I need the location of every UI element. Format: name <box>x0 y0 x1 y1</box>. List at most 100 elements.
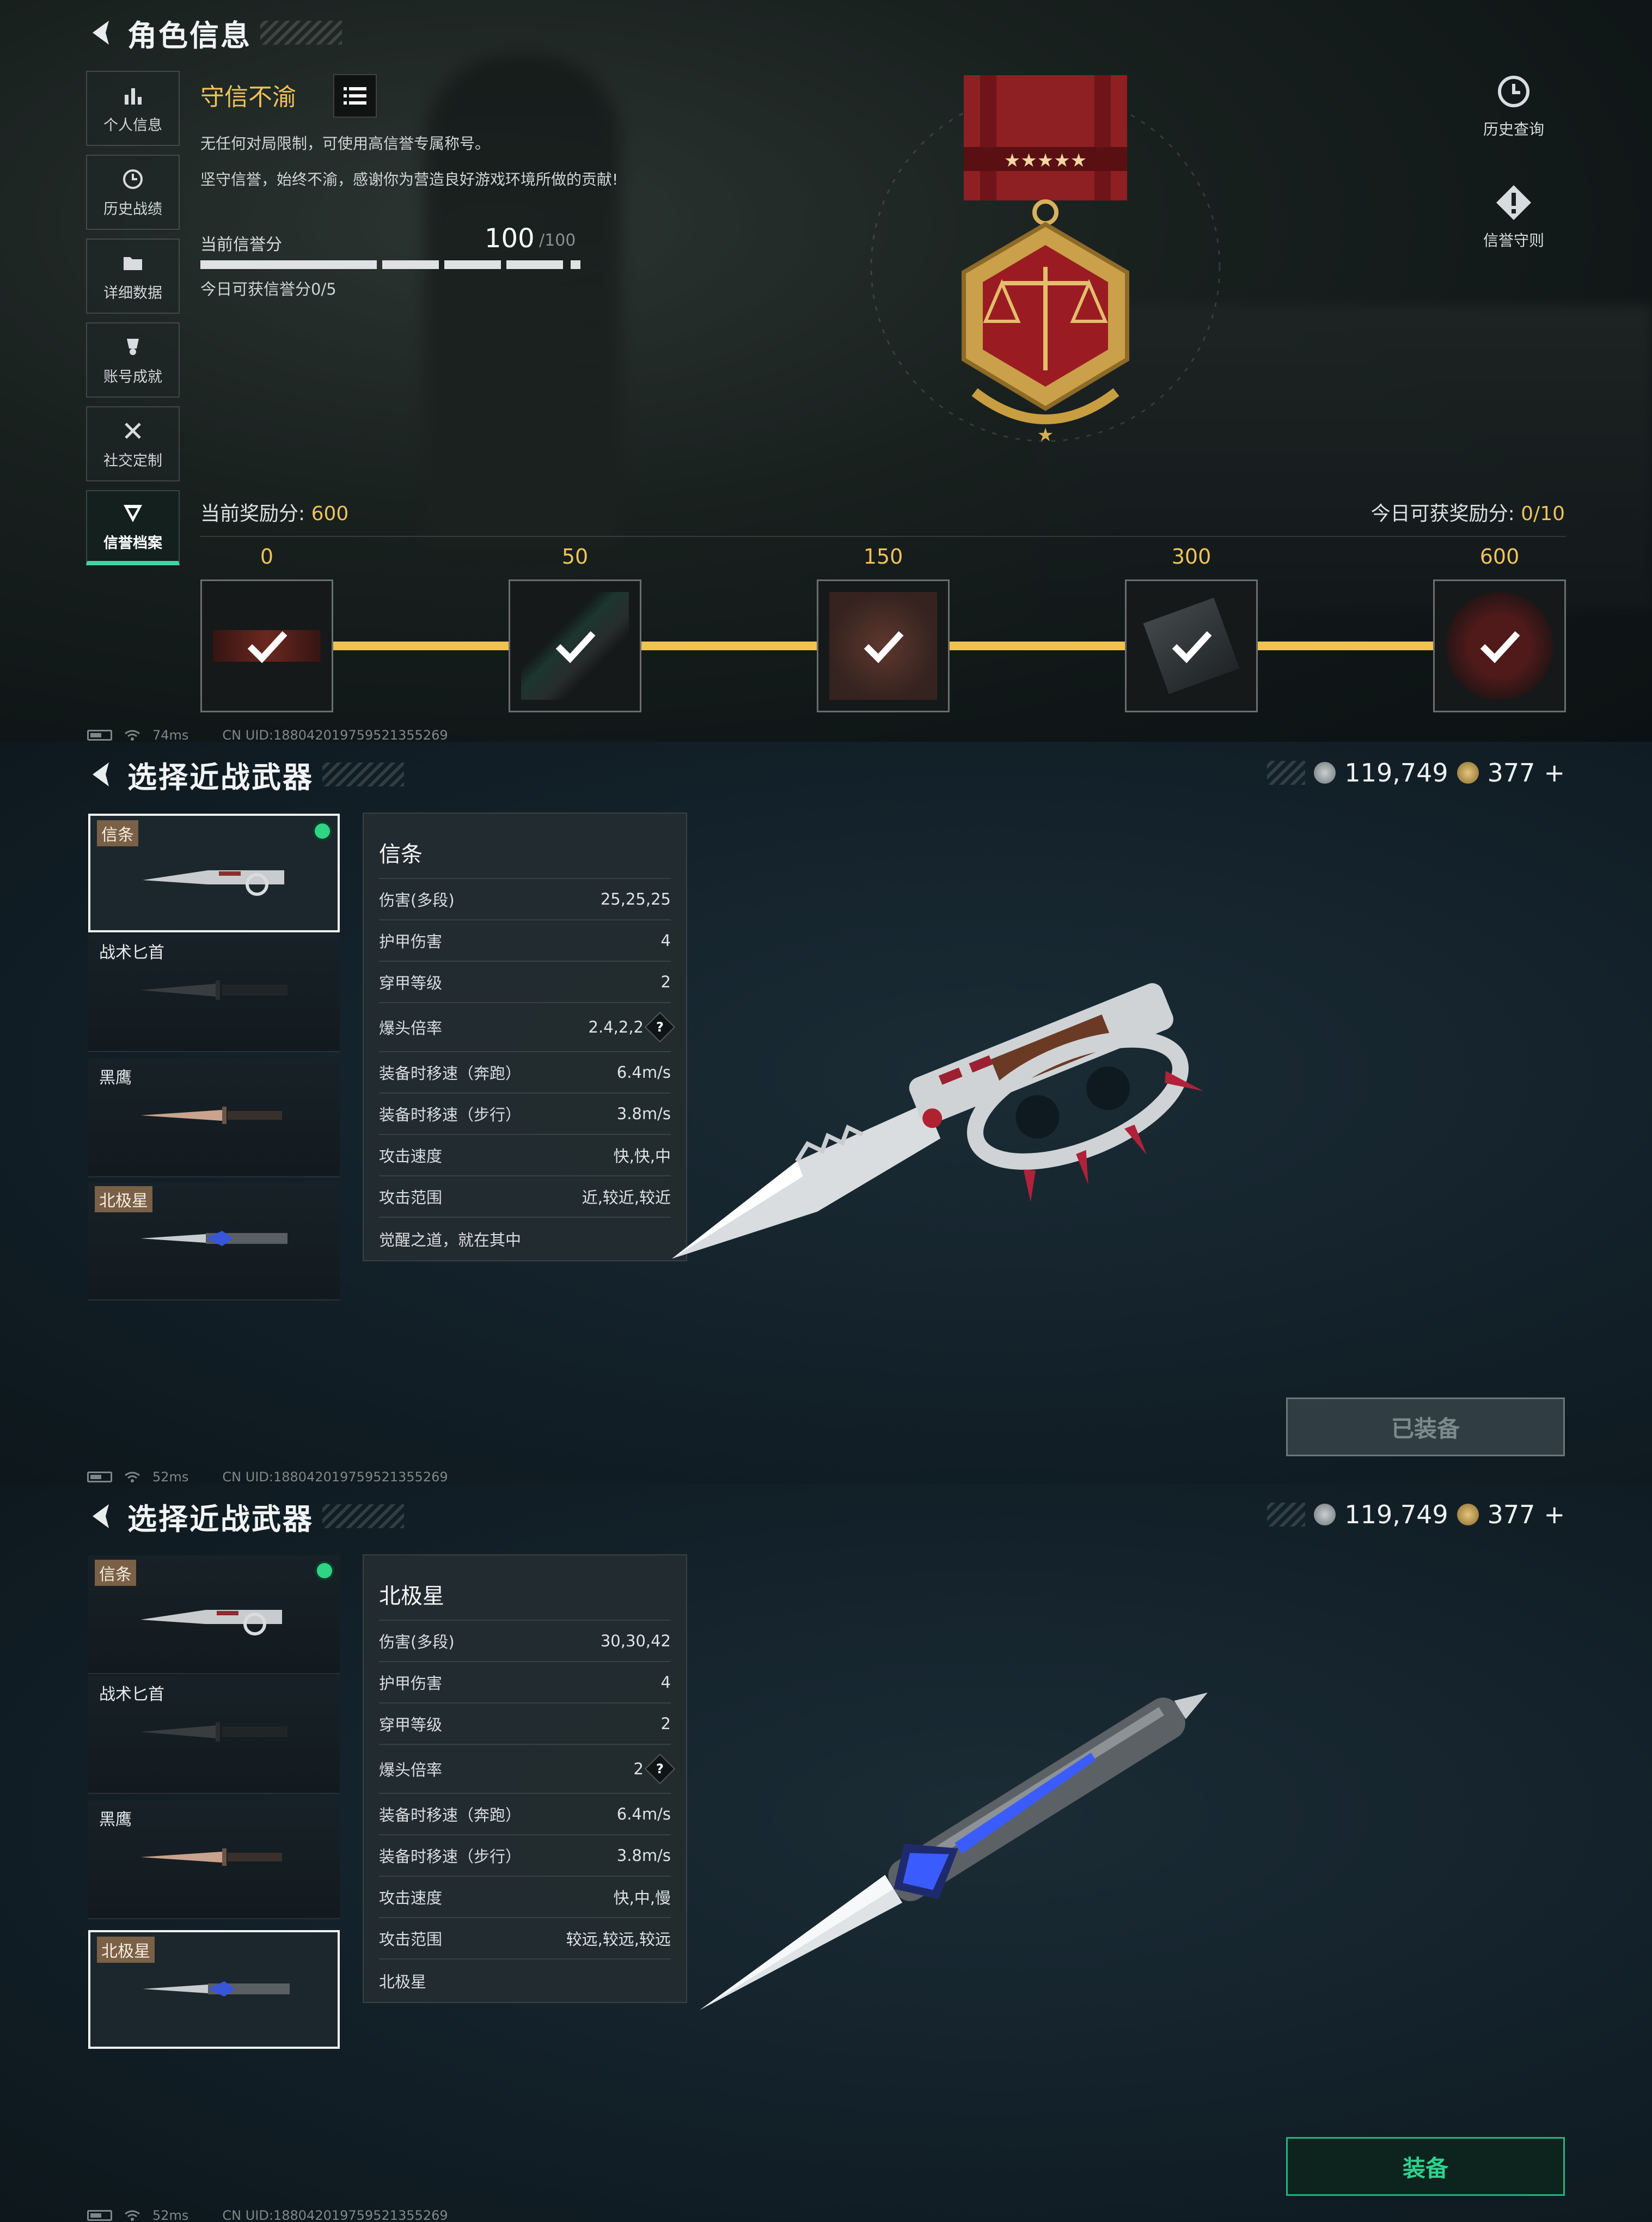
add-token-button[interactable]: + <box>1544 758 1565 788</box>
status-bar: 52ms CN UID:18804201975952135526​9 <box>87 1469 448 1484</box>
weapon-card-creed[interactable]: 信条 <box>88 1555 340 1674</box>
weapon-card-polaris[interactable]: 北极星 <box>88 1182 340 1301</box>
weapon-select-panel: 选择近战武器 119,749 377 + 信条 战术匕首 黑鹰 北极星 北极星 … <box>0 1484 1652 2222</box>
coin-balance: 119,749 <box>1344 758 1448 788</box>
knife-thumbnail <box>140 980 287 1000</box>
svg-text:★: ★ <box>1037 424 1054 446</box>
coin-balance: 119,749 <box>1344 1500 1448 1529</box>
nav-match-history[interactable]: 历史战绩 <box>86 155 180 230</box>
stat-row: 装备时移速（奔跑） 6.4m/s <box>379 1793 671 1834</box>
weapon-card-creed[interactable]: 信条 <box>88 814 340 932</box>
reward-item[interactable] <box>1125 579 1258 712</box>
svg-text:★★★★★: ★★★★★ <box>1004 150 1087 172</box>
reward-item[interactable] <box>1433 579 1566 712</box>
weapon-name: 信条 <box>379 842 423 867</box>
equipped-button[interactable]: 已装备 <box>1286 1397 1565 1456</box>
honor-medal: ★★★★★ ★ <box>870 75 1221 446</box>
shield-icon <box>124 504 142 522</box>
honor-panel: 角色信息 个人信息 历史战绩 详细数据 账号成就 社交定制 信誉档案 守信不渝 … <box>0 0 1652 742</box>
knife-thumbnail <box>140 1722 287 1742</box>
check-icon <box>864 631 904 663</box>
stat-row: 装备时移速（步行） 3.8m/s <box>379 1834 671 1876</box>
battery-icon <box>87 2210 112 2221</box>
equip-button[interactable]: 装备 <box>1286 2137 1565 2196</box>
history-query[interactable]: 历史查询 <box>1454 72 1574 139</box>
token-balance: 377 <box>1487 1500 1535 1529</box>
back-icon[interactable] <box>87 1500 113 1533</box>
clock-icon <box>123 169 143 189</box>
nav-detailed-data[interactable]: 详细数据 <box>86 239 180 314</box>
token-balance: 377 <box>1487 758 1535 788</box>
header: 角色信息 <box>87 12 342 53</box>
weapon-name: 北极星 <box>379 1584 444 1609</box>
knife-thumbnail <box>143 1981 290 1997</box>
check-icon <box>555 631 596 663</box>
milestone-label: 300 <box>1171 545 1212 569</box>
reputation-rules[interactable]: 信誉守则 <box>1454 183 1574 251</box>
milestone-label: 0 <box>260 545 274 569</box>
milestone-label: 150 <box>863 545 903 569</box>
knife-thumbnail <box>140 1231 287 1246</box>
battery-icon <box>87 730 112 741</box>
status-bar: 74ms CN UID:18804201975952135526​9 <box>87 728 448 742</box>
current-reward: 当前奖励分: 600 <box>200 503 349 525</box>
knife-thumbnail <box>143 870 284 896</box>
header: 选择近战武器 <box>87 1495 404 1537</box>
back-icon[interactable] <box>87 758 113 791</box>
nav-social-custom[interactable]: 社交定制 <box>86 406 180 481</box>
knife-thumbnail <box>140 1107 282 1124</box>
weapon-card-tactical[interactable]: 战术匕首 <box>88 1675 340 1794</box>
check-icon <box>1172 631 1212 663</box>
knife-thumbnail <box>140 1610 282 1635</box>
milestone-label: 600 <box>1479 545 1520 569</box>
stat-row: 穿甲等级 2 <box>379 1702 671 1744</box>
nav-account-achievements[interactable]: 账号成就 <box>86 322 180 398</box>
weapon-motto: 北极星 <box>379 1958 671 2002</box>
add-token-button[interactable]: + <box>1544 1500 1565 1529</box>
milestone-label: 50 <box>561 545 589 569</box>
weapon-card-tactical[interactable]: 战术匕首 <box>88 933 340 1052</box>
currency-bar: 119,749 377 + <box>1267 1500 1565 1529</box>
wifi-icon <box>125 2210 140 2221</box>
stat-row: 攻击速度 快,中,慢 <box>379 1876 671 1917</box>
score-label: 当前信誉分 <box>200 235 282 254</box>
warning-icon <box>1496 185 1531 220</box>
nav-reputation-archive[interactable]: 信誉档案 <box>86 490 180 565</box>
history-icon <box>1498 76 1529 107</box>
back-icon[interactable] <box>87 16 113 49</box>
folder-icon <box>124 257 142 270</box>
page-title: 选择近战武器 <box>127 760 314 795</box>
honor-thanks: 坚守信誉，始终不渝，感谢你为营造良好游戏环境所做的贡献! <box>200 170 619 188</box>
today-score: 今日可获信誉分0/5 <box>200 280 336 298</box>
equipped-indicator <box>317 1563 332 1578</box>
honor-title: 守信不渝 <box>200 83 296 111</box>
trophy-icon <box>127 338 139 355</box>
title-list-button[interactable] <box>333 74 377 118</box>
stat-row: 护甲伤害 4 <box>379 1661 671 1702</box>
score-max: /100 <box>539 231 576 250</box>
tools-icon <box>125 422 141 439</box>
coin-icon <box>1314 1504 1336 1525</box>
bar-chart-icon <box>125 88 142 105</box>
status-bar: 52ms CN UID:18804201975952135526​9 <box>87 2208 448 2222</box>
stat-row: 伤害(多段) 25,25,25 <box>379 878 671 919</box>
nav-personal-info[interactable]: 个人信息 <box>86 71 180 146</box>
knife-thumbnail <box>140 1848 282 1866</box>
stat-row: 伤害(多段) 30,30,42 <box>379 1620 671 1661</box>
weapon-stats-card: 北极星 伤害(多段) 30,30,42 护甲伤害 4 穿甲等级 2 爆头倍率 2? 装备… <box>363 1554 687 2003</box>
coin-icon <box>1314 762 1336 784</box>
score-value: 100 <box>485 223 535 254</box>
reward-item[interactable] <box>817 579 950 712</box>
weapon-preview <box>671 983 1203 1259</box>
weapon-card-blackhawk[interactable]: 黑鹰 <box>88 1800 340 1919</box>
wifi-icon <box>125 1472 140 1482</box>
weapon-card-blackhawk[interactable]: 黑鹰 <box>88 1059 340 1177</box>
weapon-card-polaris[interactable]: 北极星 <box>88 1930 340 2049</box>
reward-item[interactable] <box>200 579 333 712</box>
stat-row: 攻击范围 较远,较远,较远 <box>379 1917 671 1958</box>
weapon-select-panel: 选择近战武器 119,749 377 + 信条 战术匕首 黑鹰 北极星 信条 伤… <box>0 742 1652 1484</box>
today-reward: 今日可获奖励分: 0/10 <box>1370 503 1565 525</box>
reward-item[interactable] <box>509 579 641 712</box>
currency-bar: 119,749 377 + <box>1267 758 1565 788</box>
token-icon <box>1457 1504 1479 1525</box>
